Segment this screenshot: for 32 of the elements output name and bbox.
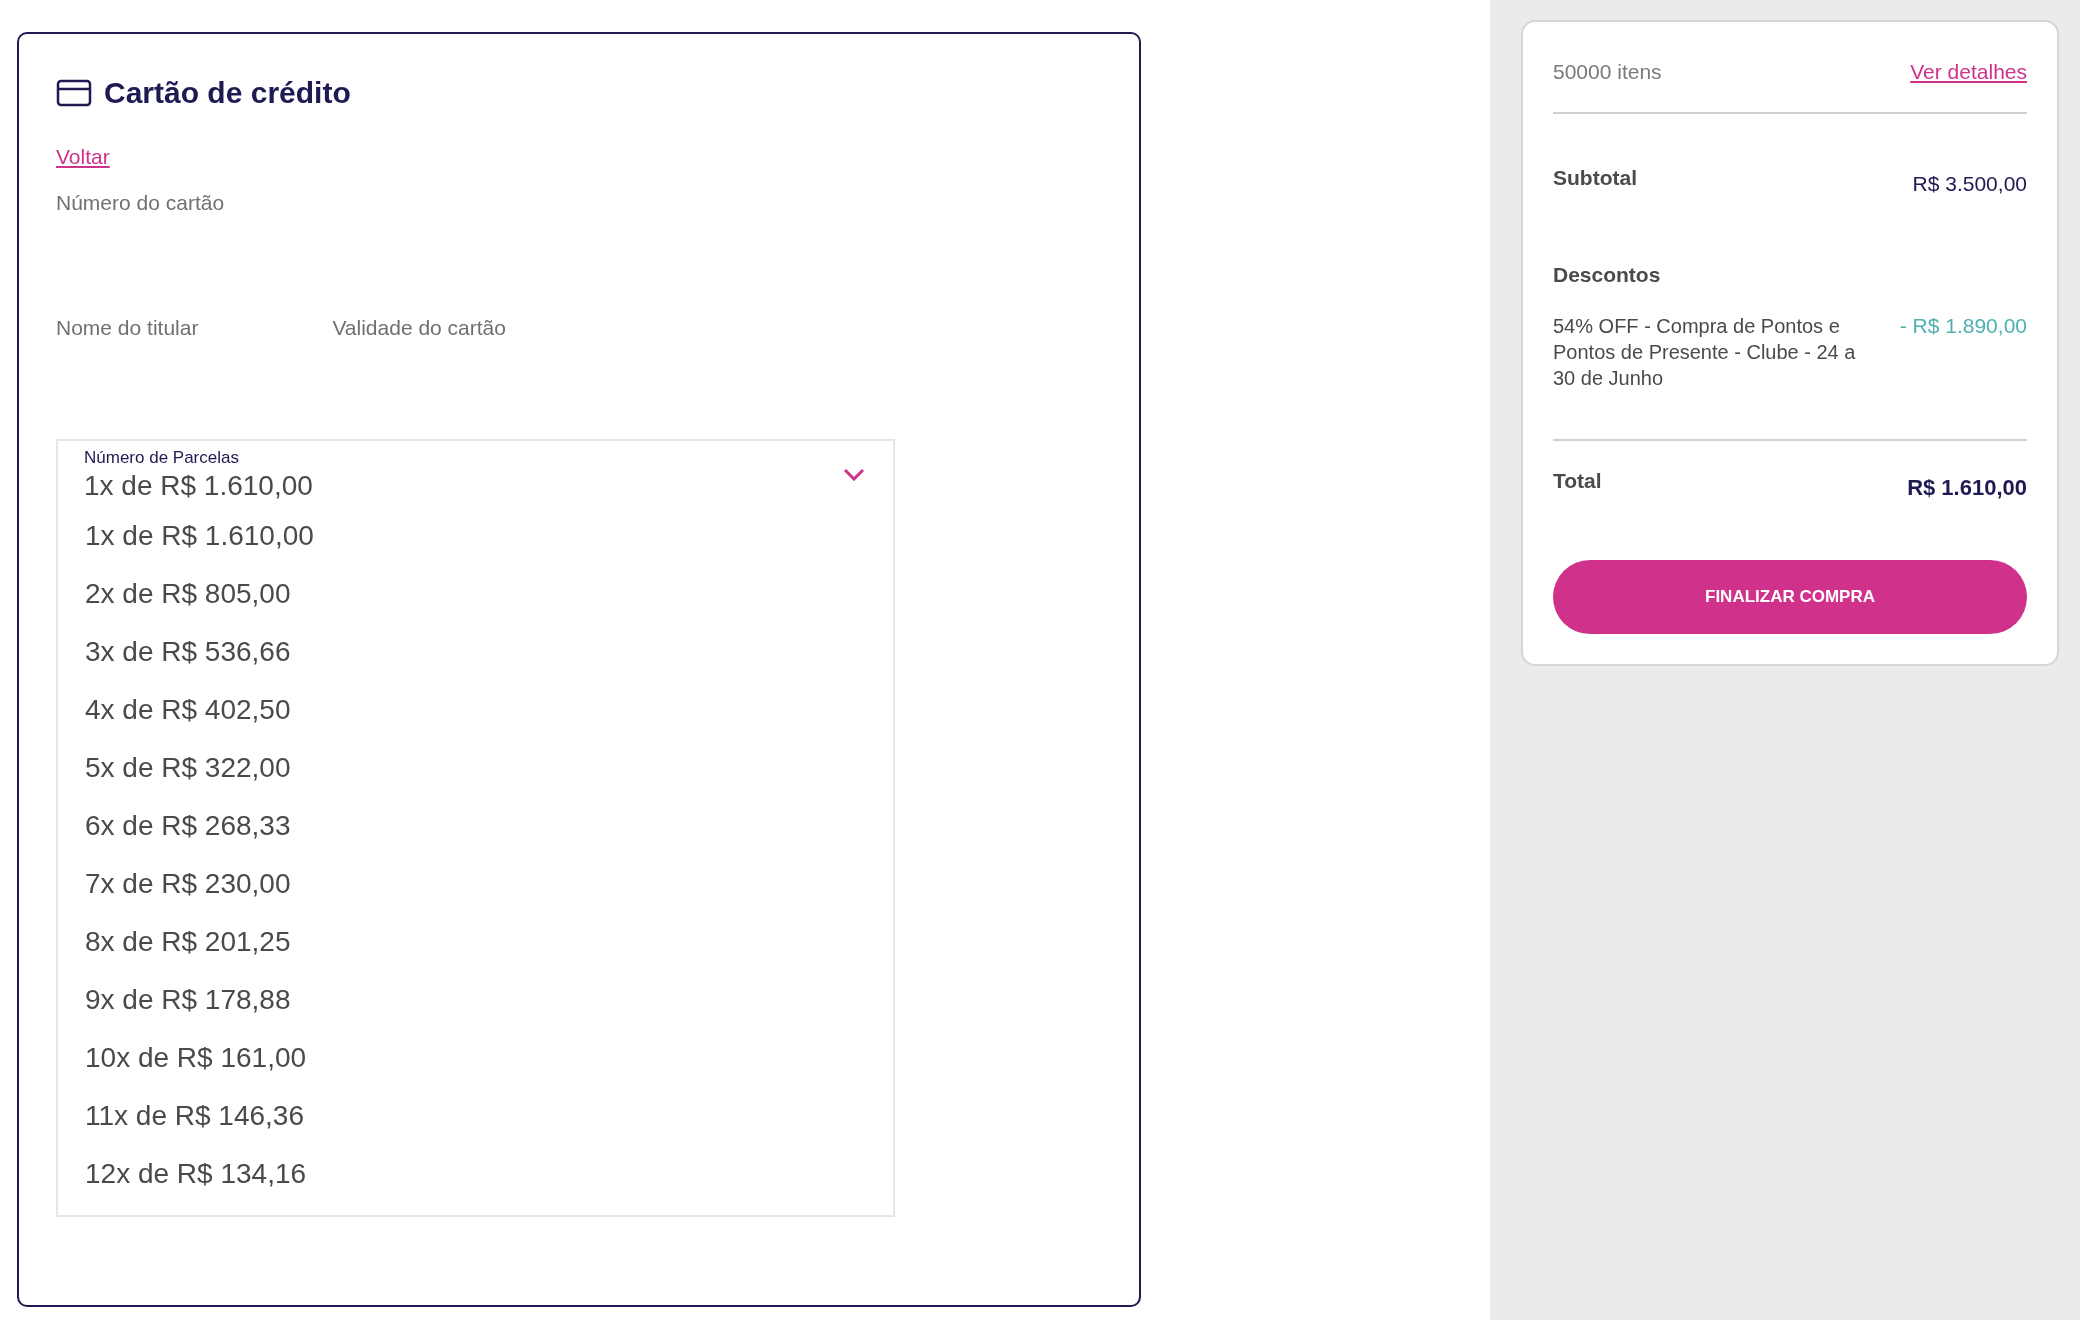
checkout-button[interactable]: FINALIZAR COMPRA [1553, 559, 2027, 634]
total-label: Total [1553, 467, 1602, 494]
card-title: Cartão de crédito [104, 75, 351, 111]
items-count: 50000 itens [1553, 59, 1662, 85]
installment-option[interactable]: 6x de R$ 268,33 [58, 796, 893, 855]
installment-option[interactable]: 12x de R$ 134,16 [58, 1144, 893, 1203]
installment-option[interactable]: 2x de R$ 805,00 [58, 564, 893, 623]
discounts-label: Descontos [1553, 262, 1662, 288]
holder-name-label: Nome do titular [56, 315, 199, 341]
total-value: R$ 1.610,00 [1907, 473, 2027, 502]
back-link[interactable]: Voltar [56, 141, 110, 173]
installments-dropdown[interactable] [56, 438, 895, 1217]
installment-option[interactable]: 9x de R$ 178,88 [58, 970, 893, 1029]
installment-option[interactable]: 5x de R$ 322,00 [58, 738, 893, 797]
installment-option[interactable]: 10x de R$ 161,00 [58, 1028, 893, 1087]
card-number-label: Número do cartão [56, 189, 226, 216]
discount-amount: - R$ 1.890,00 [1899, 312, 2027, 339]
installments-value: 1x de R$ 1.610,00 [84, 468, 313, 503]
chevron-down-icon [843, 468, 865, 482]
installment-option[interactable]: 8x de R$ 201,25 [58, 912, 893, 971]
installment-option[interactable]: 11x de R$ 146,36 [58, 1086, 893, 1145]
discount-description: 54% OFF - Compra de Pontos e Pontos de Presente - Clube - 24 a 30 de Junho [1553, 313, 1857, 391]
installments-label: Número de Parcelas [84, 446, 240, 468]
subtotal-value: R$ 3.500,00 [1912, 170, 2027, 197]
details-link[interactable]: Ver detalhes [1910, 56, 2027, 88]
expiry-label: Validade do cartão [332, 315, 506, 341]
subtotal-label: Subtotal [1553, 164, 1637, 191]
credit-card-icon [56, 78, 92, 107]
installment-option[interactable]: 1x de R$ 1.610,00 [58, 506, 893, 565]
installment-option[interactable]: 4x de R$ 402,50 [58, 680, 893, 739]
installment-option[interactable]: 3x de R$ 536,66 [58, 622, 893, 681]
installment-option[interactable]: 7x de R$ 230,00 [58, 854, 893, 913]
